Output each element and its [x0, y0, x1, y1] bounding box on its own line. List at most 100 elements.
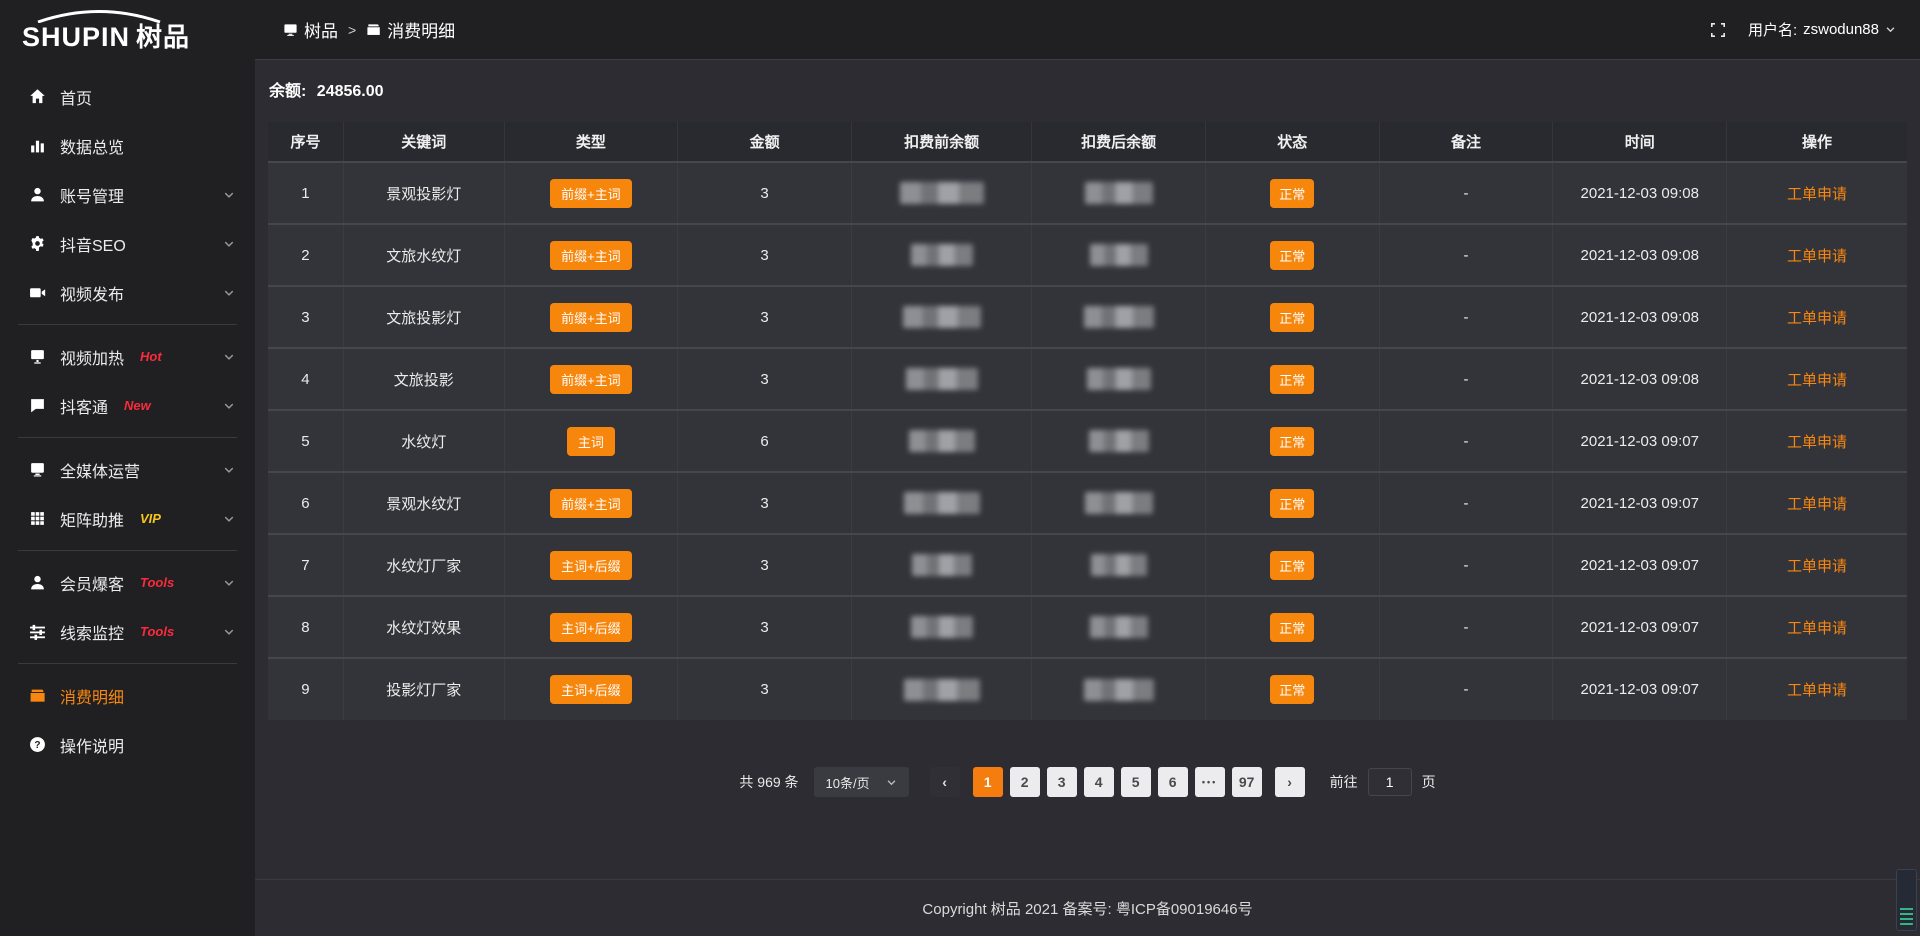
monitor-icon [28, 461, 46, 479]
sidebar-item-douketong[interactable]: 抖客通New [0, 381, 255, 430]
work-order-link[interactable]: 工单申请 [1787, 434, 1847, 451]
page-button-3[interactable]: 3 [1047, 767, 1077, 797]
sidebar-item-matrix-boost[interactable]: 矩阵助推VIP [0, 494, 255, 543]
masked-value [911, 616, 973, 638]
sidebar-nav: 首页数据总览账号管理抖音SEO视频发布视频加热 Hot 抖客通New 全媒体运营矩阵助… [0, 72, 255, 769]
status-badge: 正常 [1270, 489, 1314, 518]
page-button-2[interactable]: 2 [1010, 767, 1040, 797]
work-order-link[interactable]: 工单申请 [1787, 558, 1847, 575]
breadcrumb-item-home[interactable]: 树品 [283, 17, 338, 42]
cell-balance-after [1032, 472, 1206, 534]
sidebar-item-clue-monitor[interactable]: 线索监控Tools [0, 607, 255, 656]
cell-note: - [1379, 410, 1553, 472]
column-header: 备注 [1379, 122, 1553, 162]
page-button-97[interactable]: 97 [1232, 767, 1262, 797]
work-order-link[interactable]: 工单申请 [1787, 186, 1847, 203]
type-badge: 前缀+主词 [550, 179, 632, 208]
sidebar-item-account-manage[interactable]: 账号管理 [0, 170, 255, 219]
cell-type: 前缀+主词 [504, 162, 678, 224]
sidebar: SHUPIN树品 首页数据总览账号管理抖音SEO视频发布视频加热 Hot 抖客通Ne… [0, 0, 255, 936]
cell-type: 主词+后缀 [504, 658, 678, 720]
cell-note: - [1379, 534, 1553, 596]
sidebar-item-douyin-seo[interactable]: 抖音SEO [0, 219, 255, 268]
cell-index: 6 [268, 472, 343, 534]
fullscreen-icon[interactable] [1710, 22, 1726, 38]
type-badge: 前缀+主词 [550, 303, 632, 332]
more-pages-button[interactable]: ••• [1195, 767, 1225, 797]
chevron-down-icon [223, 464, 235, 476]
logo[interactable]: SHUPIN树品 [0, 0, 255, 72]
cell-note: - [1379, 162, 1553, 224]
page-button-4[interactable]: 4 [1084, 767, 1114, 797]
breadcrumb-current-label: 消费明细 [387, 17, 455, 42]
work-order-link[interactable]: 工单申请 [1787, 248, 1847, 265]
cell-type: 前缀+主词 [504, 286, 678, 348]
sidebar-item-label: 视频加热 [60, 345, 124, 369]
cell-keyword: 景观投影灯 [343, 162, 504, 224]
table-row: 6景观水纹灯前缀+主词3正常-2021-12-03 09:07工单申请 [268, 472, 1907, 534]
sidebar-item-tag: Hot [140, 349, 162, 364]
cell-keyword: 投影灯厂家 [343, 658, 504, 720]
sidebar-item-label: 操作说明 [60, 733, 124, 757]
user-icon [28, 574, 46, 592]
cell-type: 前缀+主词 [504, 348, 678, 410]
scrollbar-widget[interactable] [1896, 869, 1917, 931]
goto-page-input[interactable]: 1 [1368, 768, 1412, 796]
sidebar-item-label: 数据总览 [60, 134, 124, 158]
page-button-5[interactable]: 5 [1121, 767, 1151, 797]
type-badge: 主词+后缀 [550, 675, 632, 704]
sidebar-item-media-ops[interactable]: 全媒体运营 [0, 445, 255, 494]
cell-amount: 3 [678, 286, 852, 348]
logo-cn: 树品 [136, 22, 190, 52]
sidebar-item-instructions[interactable]: ? 操作说明 [0, 720, 255, 769]
cell-action: 工单申请 [1727, 162, 1907, 224]
cell-type: 主词+后缀 [504, 596, 678, 658]
sidebar-divider [18, 324, 237, 325]
content-area: 余额: 24856.00 序号关键词类型金额扣费前余额扣费后余额状态备注时间操作… [255, 60, 1920, 879]
cell-action: 工单申请 [1727, 534, 1907, 596]
balance: 余额: 24856.00 [269, 77, 1907, 101]
cell-index: 8 [268, 596, 343, 658]
cell-balance-before [851, 286, 1031, 348]
cell-balance-after [1032, 348, 1206, 410]
logo-text: SHUPIN树品 [22, 17, 255, 54]
masked-value [1084, 679, 1154, 701]
type-badge: 主词+后缀 [550, 551, 632, 580]
cell-balance-before [851, 348, 1031, 410]
breadcrumb: 树品 > 消费明细 [283, 17, 455, 42]
cell-status: 正常 [1205, 534, 1379, 596]
page-button-6[interactable]: 6 [1158, 767, 1188, 797]
sidebar-item-member-baoke[interactable]: 会员爆客Tools [0, 558, 255, 607]
sidebar-item-video-publish[interactable]: 视频发布 [0, 268, 255, 317]
prev-page-button[interactable]: ‹ [930, 767, 960, 797]
work-order-link[interactable]: 工单申请 [1787, 372, 1847, 389]
cell-index: 5 [268, 410, 343, 472]
cell-balance-before [851, 472, 1031, 534]
cell-index: 4 [268, 348, 343, 410]
cell-amount: 3 [678, 162, 852, 224]
question-icon: ? [28, 736, 46, 754]
work-order-link[interactable]: 工单申请 [1787, 496, 1847, 513]
work-order-link[interactable]: 工单申请 [1787, 310, 1847, 327]
column-header: 金额 [678, 122, 852, 162]
cell-status: 正常 [1205, 596, 1379, 658]
work-order-link[interactable]: 工单申请 [1787, 682, 1847, 699]
cell-time: 2021-12-03 09:07 [1553, 410, 1727, 472]
cell-balance-after [1032, 410, 1206, 472]
masked-value [1084, 306, 1154, 328]
sidebar-item-consume-detail[interactable]: 消费明细 [0, 671, 255, 720]
user-menu[interactable]: 用户名: zswodun88 [1748, 19, 1896, 40]
sidebar-item-video-heat[interactable]: 视频加热 Hot [0, 332, 255, 381]
work-order-link[interactable]: 工单申请 [1787, 620, 1847, 637]
scrollbar-thumb [1900, 905, 1913, 925]
page-button-1[interactable]: 1 [973, 767, 1003, 797]
sidebar-item-data-overview[interactable]: 数据总览 [0, 121, 255, 170]
page-size-select[interactable]: 10条/页 [814, 767, 909, 797]
breadcrumb-item-current[interactable]: 消费明细 [366, 17, 455, 42]
cell-status: 正常 [1205, 224, 1379, 286]
next-page-button[interactable]: › [1275, 767, 1305, 797]
sidebar-item-home[interactable]: 首页 [0, 72, 255, 121]
cell-index: 7 [268, 534, 343, 596]
username-label: 用户名: [1748, 19, 1797, 40]
cell-amount: 3 [678, 472, 852, 534]
